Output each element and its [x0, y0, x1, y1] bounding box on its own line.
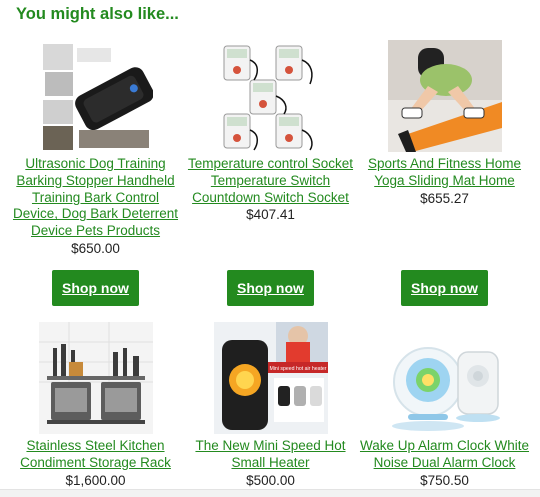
bottom-divider — [0, 489, 540, 497]
kitchen-storage-rack-image[interactable] — [38, 322, 153, 434]
dog-bark-device-image[interactable] — [38, 40, 153, 152]
product-title-link[interactable]: Ultrasonic Dog Training Barking Stopper … — [8, 156, 183, 240]
product-card: Stainless Steel Kitchen Condiment Storag… — [8, 322, 183, 489]
section-heading: You might also like... — [16, 5, 179, 23]
product-price: $650.00 — [71, 240, 120, 256]
mini-heater-image[interactable]: Mini speed hot air heater — [213, 322, 328, 434]
product-card: Mini speed hot air heater The New Mini S… — [183, 322, 358, 489]
product-card: Ultrasonic Dog Training Barking Stopper … — [8, 40, 183, 257]
product-price: $655.27 — [420, 190, 469, 206]
product-card: Sports And Fitness Home Yoga Sliding Mat… — [357, 40, 532, 207]
product-title-link[interactable]: Sports And Fitness Home Yoga Sliding Mat… — [357, 156, 532, 190]
alarm-clock-image[interactable] — [387, 322, 502, 434]
product-title-link[interactable]: The New Mini Speed Hot Small Heater — [183, 438, 358, 472]
product-card: Temperature control Socket Temperature S… — [183, 40, 358, 223]
shop-now-button[interactable]: Shop now — [227, 270, 314, 306]
yoga-sliding-mat-image[interactable] — [387, 40, 502, 152]
shop-now-button[interactable]: Shop now — [52, 270, 139, 306]
product-price: $407.41 — [246, 207, 295, 223]
product-title-link[interactable]: Stainless Steel Kitchen Condiment Storag… — [8, 438, 183, 472]
product-card: Wake Up Alarm Clock White Noise Dual Ala… — [357, 322, 532, 489]
heater-banner-text: Mini speed hot air heater — [269, 366, 326, 372]
product-price: $1,600.00 — [65, 472, 126, 488]
product-price: $500.00 — [246, 472, 295, 488]
product-title-link[interactable]: Temperature control Socket Temperature S… — [183, 156, 358, 206]
product-price: $750.50 — [420, 472, 469, 488]
shop-now-button[interactable]: Shop now — [401, 270, 488, 306]
temperature-socket-image[interactable] — [213, 40, 328, 152]
product-title-link[interactable]: Wake Up Alarm Clock White Noise Dual Ala… — [357, 438, 532, 472]
